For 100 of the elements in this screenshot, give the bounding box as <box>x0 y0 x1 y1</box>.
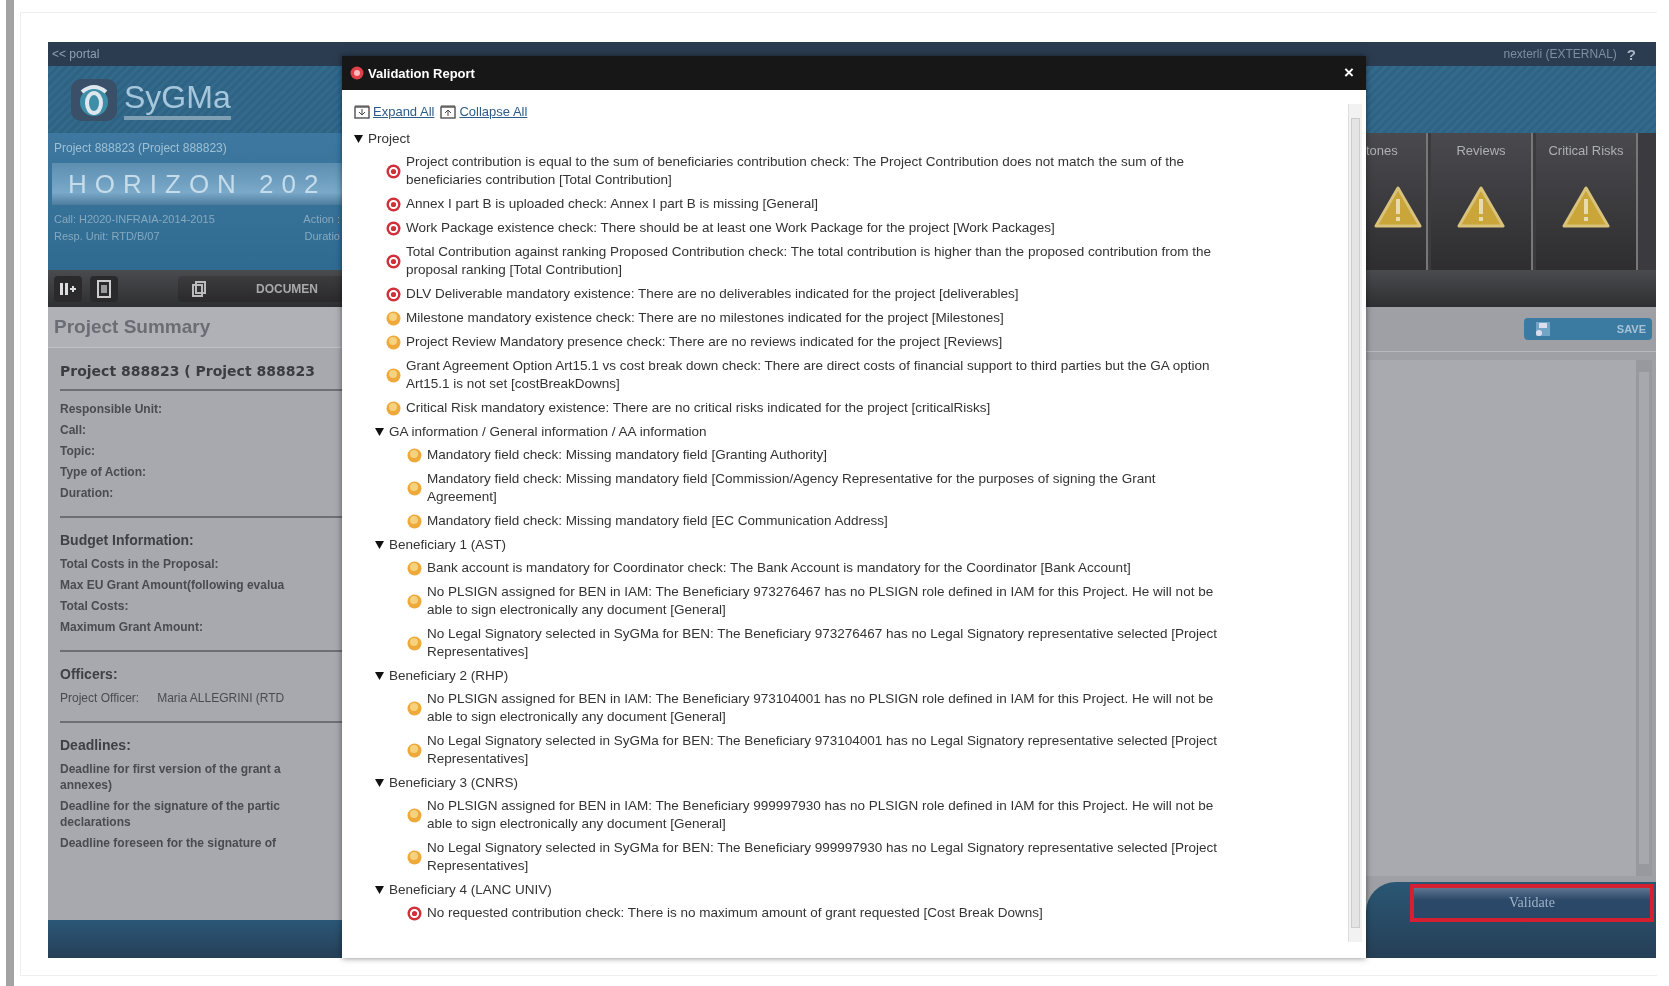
error-icon <box>350 66 364 80</box>
warning-icon <box>407 742 422 758</box>
field-label: Maximum Grant Amount: <box>60 619 204 635</box>
tree-group-label[interactable]: Beneficiary 2 (RHP) <box>389 668 509 683</box>
document-icon <box>97 279 111 298</box>
link[interactable]: Collapse All <box>459 104 528 119</box>
field-label: Deadline for first version of the grant a <box>60 761 282 777</box>
field-label: Total Costs: <box>60 598 130 614</box>
validation-message: No PLSIGN assigned for BEN in IAM: The Beneficiary 973276467 has no PLSIGN role defined in IAM for this Project. He will not be able to sign electronically any document [General] <box>427 583 1215 619</box>
error-icon <box>407 905 422 921</box>
field-label: Total Costs in the Proposal: <box>60 556 220 572</box>
validation-message: No PLSIGN assigned for BEN in IAM: The Beneficiary 973104001 has no PLSIGN role defined in IAM for this Project. He will not be able to sign electronically any document [General] <box>427 690 1215 726</box>
field-label: Deadline foreseen for the signature of <box>60 835 278 851</box>
collapse-icon <box>440 104 457 119</box>
tree-group-label[interactable]: GA information / General information / AA information <box>389 424 707 439</box>
caret-icon[interactable] <box>375 427 384 436</box>
field-label: Topic: <box>60 443 97 459</box>
warning-icon <box>407 513 422 529</box>
field-label: declarations <box>60 814 132 830</box>
section-heading: Deadlines: <box>60 737 132 753</box>
close-button[interactable]: × <box>1344 63 1354 83</box>
warning-icon <box>386 334 401 350</box>
copy-icon <box>192 280 206 297</box>
section-heading: Budget Information: <box>60 532 195 548</box>
validation-message: No Legal Signatory selected in SyGMa for BEN: The Beneficiary 973276467 has no Legal Signatory representative selected [Project Representatives] <box>427 625 1218 661</box>
warning-icon <box>407 480 422 496</box>
validation-message: No Legal Signatory selected in SyGMa for BEN: The Beneficiary 999997930 has no Legal Signatory representative selected [Project Representatives] <box>427 839 1218 875</box>
validation-message: Grant Agreement Option Art15.1 vs cost break down check: There are direct costs of financial support to third parties but the GA option Art15.1 is not set [costBreakDowns] <box>406 357 1211 393</box>
caret-icon[interactable] <box>375 885 384 894</box>
warning-triangle-icon <box>1562 186 1610 228</box>
caret-icon[interactable] <box>375 671 384 680</box>
expand-icon <box>354 104 370 119</box>
documents-button[interactable]: DOCUMEN <box>178 275 342 302</box>
validation-message: No Legal Signatory selected in SyGMa for BEN: The Beneficiary 973104001 has no Legal Signatory representative selected [Project Representatives] <box>427 732 1218 768</box>
warning-icon <box>407 593 422 609</box>
validation-message: Project contribution is equal to the sum of beneficiaries contribution check: The Project Contribution does not match the sum of the beneficiaries contribution [Total Contribution] <box>406 153 1185 189</box>
field-label: annexes) <box>60 777 114 793</box>
user-name: nexterli (EXTERNAL) <box>1503 47 1617 61</box>
tile-label: Critical Risks <box>1548 143 1624 158</box>
scrollbar[interactable] <box>1348 104 1362 942</box>
tool-button[interactable] <box>90 275 118 302</box>
project-info-text: Duratio <box>304 229 340 244</box>
status-tile[interactable]: Reviews <box>1431 133 1533 270</box>
validation-message: Work Package existence check: There should be at least one Work Package for the project [Work Packages] <box>406 219 1055 237</box>
warning-icon <box>386 310 401 326</box>
tree-group-label[interactable]: Project <box>368 131 411 146</box>
warning-icon <box>407 447 422 463</box>
field-label: Responsible Unit: <box>60 401 163 417</box>
validation-message: Mandatory field check: Missing mandatory field [Granting Authority] <box>427 446 827 464</box>
warning-triangle-icon <box>1457 186 1505 228</box>
app-name: SyGMa <box>124 79 231 114</box>
tile-label: tones <box>1366 143 1398 158</box>
tile-label: Reviews <box>1456 143 1506 158</box>
validation-message: Mandatory field check: Missing mandatory field [EC Communication Address] <box>427 512 888 530</box>
project-info-text: Action : <box>303 212 340 227</box>
project-info-text: Resp. Unit: RTD/B/07 <box>54 229 160 244</box>
status-tile[interactable]: tones <box>1366 133 1428 270</box>
link[interactable]: Expand All <box>373 104 435 119</box>
validation-message: Milestone mandatory existence check: There are no milestones indicated for the project [Milestones] <box>406 309 1004 327</box>
tool-button[interactable] <box>54 275 82 302</box>
error-icon <box>386 286 401 302</box>
error-icon <box>386 220 401 236</box>
tree-group-label[interactable]: Beneficiary 3 (CNRS) <box>389 775 519 790</box>
section-heading: Officers: <box>60 666 119 682</box>
caret-icon[interactable] <box>375 778 384 787</box>
validation-message: No requested contribution check: There is no maximum amount of grant requested [Cost Break Downs] <box>427 904 1043 922</box>
warning-icon <box>386 400 401 416</box>
validation-message: Bank account is mandatory for Coordinator check: The Bank Account is mandatory for the Coordinator [Bank Account] <box>427 559 1131 577</box>
dialog-title: Validation Report <box>368 65 476 81</box>
tree-group-label[interactable]: Beneficiary 4 (LANC UNIV) <box>389 882 552 897</box>
validation-message: DLV Deliverable mandatory existence: There are no deliverables indicated for the project [deliverables] <box>406 285 1019 303</box>
validation-message: No PLSIGN assigned for BEN in IAM: The Beneficiary 999997930 has no PLSIGN role defined in IAM for this Project. He will not be able to sign electronically any document [General] <box>427 797 1215 833</box>
caret-icon[interactable] <box>375 540 384 549</box>
validation-message: Total Contribution against ranking Proposed Contribution check: The total contribution is higher than the proposed contribution from the proposal ranking [Total Contribution] <box>406 243 1212 279</box>
warning-icon <box>407 560 422 576</box>
warning-icon <box>407 807 422 823</box>
warning-icon <box>386 367 401 383</box>
project-info-text: Call: H2020-INFRAIA-2014-2015 <box>54 212 215 227</box>
field-label: Duration: <box>60 485 115 501</box>
validation-message: Project Review Mandatory presence check: There are no reviews indicated for the project [Reviews] <box>406 333 1003 351</box>
validation-message: Mandatory field check: Missing mandatory field [Commission/Agency Representative for the purposes of signing the Grant Agreement] <box>427 470 1157 506</box>
indent-icon <box>59 280 77 297</box>
error-icon <box>386 196 401 212</box>
portal-link[interactable]: << portal <box>52 47 100 61</box>
validation-message: Annex I part B is uploaded check: Annex I part B is missing [General] <box>406 195 818 213</box>
project-title: Project 888823 (Project 888823) <box>54 141 228 155</box>
warning-icon <box>407 700 422 716</box>
section-header: Project Summary <box>48 307 342 348</box>
field-label: Maria ALLEGRINI (RTD <box>157 690 285 706</box>
tree-group-label[interactable]: Beneficiary 1 (AST) <box>389 537 507 552</box>
logo-icon <box>70 77 118 122</box>
field-label: Project Officer: <box>60 690 140 706</box>
field-label: Deadline for the signature of the partic <box>60 798 282 814</box>
status-tile[interactable]: Critical Risks <box>1536 133 1638 270</box>
warning-icon <box>407 849 422 865</box>
help-button[interactable]: ? <box>1626 45 1636 63</box>
warning-icon <box>407 635 422 651</box>
field-label: Call: <box>60 422 87 438</box>
validation-message: Critical Risk mandatory existence: There are no critical risks indicated for the project [criticalRisks] <box>406 399 991 417</box>
field-label: Type of Action: <box>60 464 147 480</box>
